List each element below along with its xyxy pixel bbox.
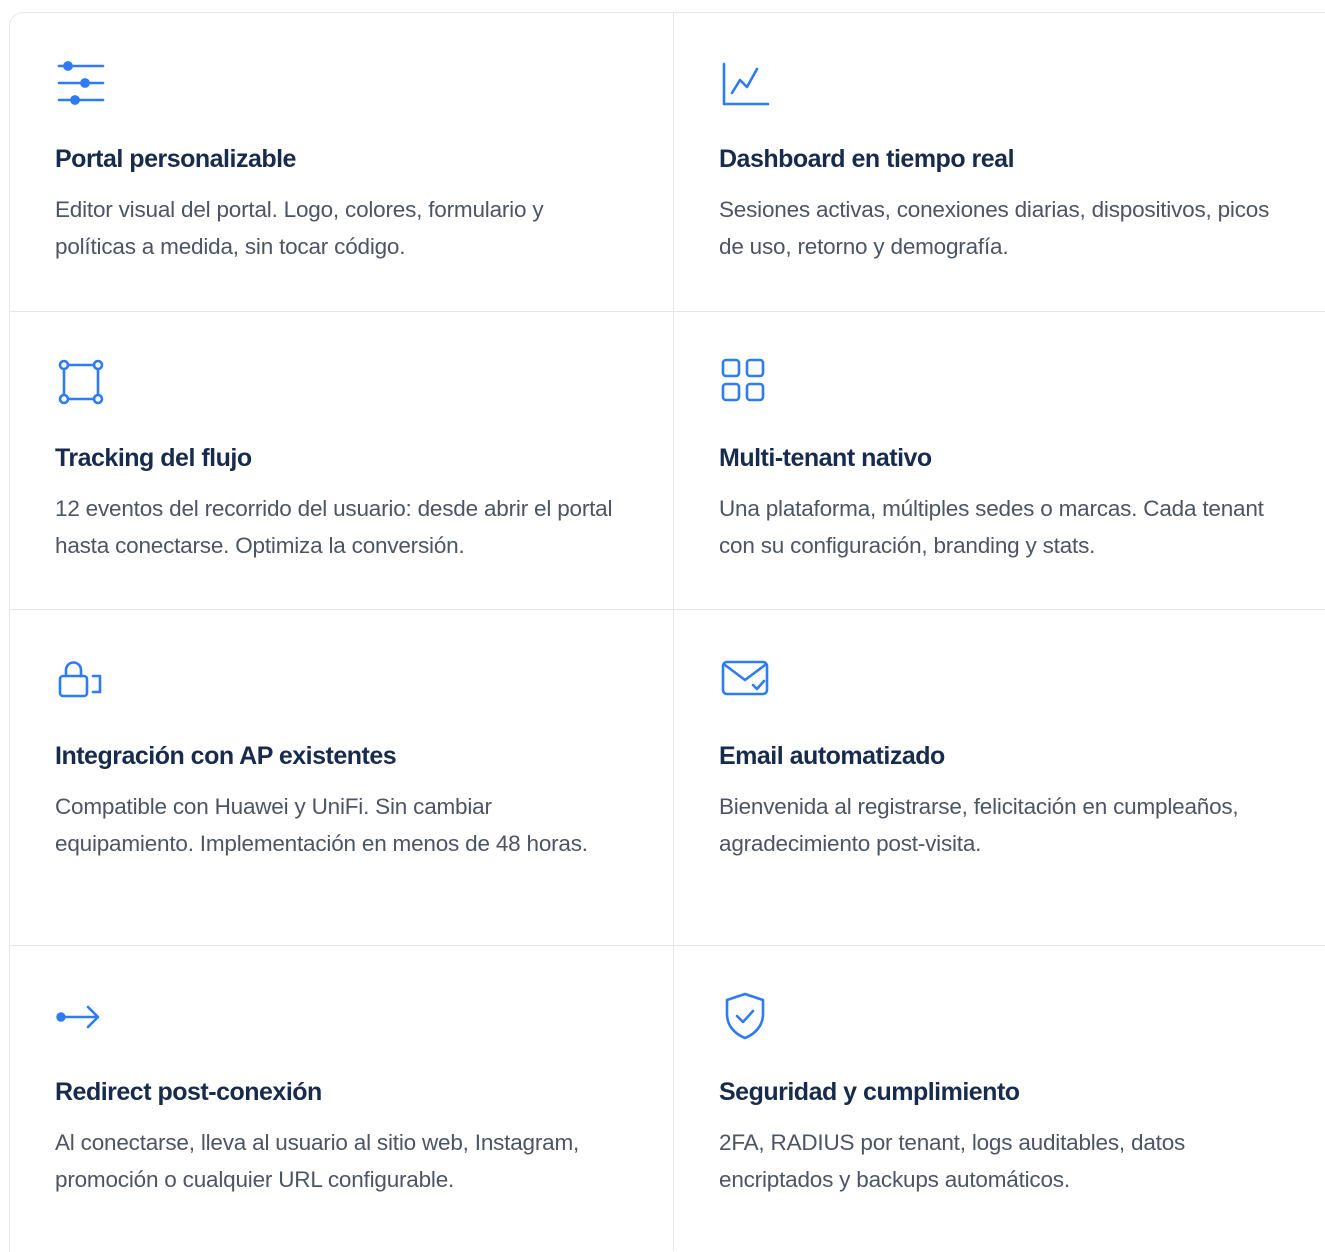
feature-description: Compatible con Huawei y UniFi. Sin cambi… — [55, 794, 588, 856]
feature-card-multitenant: Multi-tenant nativo Una plataforma, múlt… — [674, 312, 1325, 610]
feature-title: Tracking del flujo — [55, 444, 252, 472]
feature-title: Multi-tenant nativo — [719, 444, 932, 472]
feature-title: Email automatizado — [719, 742, 945, 770]
feature-card-email: Email automatizado Bienvenida al registr… — [674, 610, 1325, 946]
flow-nodes-icon — [55, 356, 107, 408]
feature-title: Portal personalizable — [55, 145, 296, 173]
shield-check-icon — [719, 990, 771, 1042]
feature-card-redirect: Redirect post-conexión Al conectarse, ll… — [10, 946, 674, 1251]
feature-title: Seguridad y cumplimiento — [719, 1078, 1020, 1106]
feature-title: Dashboard en tiempo real — [719, 145, 1015, 173]
feature-card-tracking: Tracking del flujo 12 eventos del recorr… — [10, 312, 674, 610]
feature-description: 2FA, RADIUS por tenant, logs auditables,… — [719, 1130, 1186, 1192]
line-chart-icon — [719, 57, 771, 109]
mail-check-icon — [719, 654, 771, 706]
feature-card-seguridad: Seguridad y cumplimiento 2FA, RADIUS por… — [674, 946, 1325, 1251]
feature-description: Una plataforma, múltiples sedes o marcas… — [719, 496, 1264, 558]
feature-description: 12 eventos del recorrido del usuario: de… — [55, 496, 613, 558]
lock-plug-icon — [55, 654, 107, 706]
feature-card-portal-personalizable: Portal personalizable Editor visual del … — [10, 13, 674, 312]
feature-description: Sesiones activas, conexiones diarias, di… — [719, 197, 1270, 259]
feature-description: Editor visual del portal. Logo, colores,… — [55, 197, 544, 259]
sliders-icon — [55, 57, 107, 109]
feature-title: Redirect post-conexión — [55, 1078, 322, 1106]
grid-icon — [719, 356, 771, 408]
feature-title: Integración con AP existentes — [55, 742, 397, 770]
feature-card-integracion: Integración con AP existentes Compatible… — [10, 610, 674, 946]
features-grid-container: Portal personalizable Editor visual del … — [9, 12, 1325, 1252]
redirect-arrow-icon — [55, 990, 107, 1042]
feature-description: Bienvenida al registrarse, felicitación … — [719, 794, 1239, 856]
feature-description: Al conectarse, lleva al usuario al sitio… — [55, 1130, 580, 1192]
feature-card-dashboard: Dashboard en tiempo real Sesiones activa… — [674, 13, 1325, 312]
features-grid: Portal personalizable Editor visual del … — [10, 13, 1325, 1251]
